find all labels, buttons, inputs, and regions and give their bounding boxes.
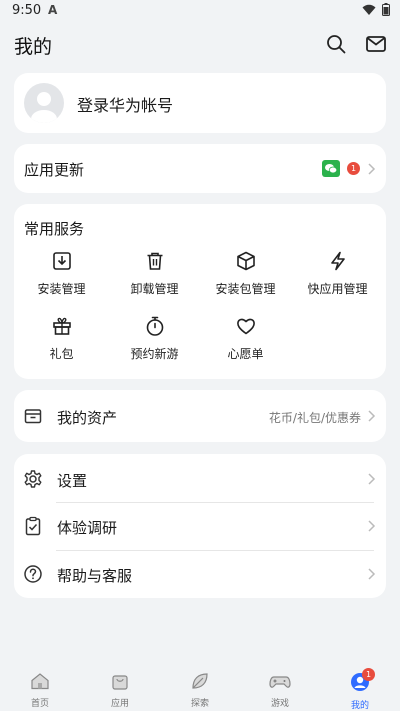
app-update-card[interactable]: 应用更新 1 [14,144,386,193]
stopwatch-icon [146,316,163,336]
chevron-right-icon [368,410,376,422]
login-label: 登录华为帐号 [77,96,174,115]
nav-label: 探索 [190,699,209,709]
service-uninstall-manage[interactable]: 卸载管理 [108,250,201,297]
nav-item-home[interactable]: 首页 [10,672,70,709]
service-label: 安装包管理 [215,282,276,296]
menu-label: 体验调研 [57,519,118,537]
my-assets-label: 我的资产 [57,409,118,427]
my-assets-card[interactable]: 我的资产 花币/礼包/优惠券 [14,390,386,442]
page-header: 我的 [0,28,400,62]
nav-item-explore[interactable]: 探索 [170,672,230,709]
nav-label: 我的 [350,701,369,711]
service-preorder-games[interactable]: 预约新游 [108,315,201,362]
nav-label: 应用 [110,699,129,709]
flash-icon [330,251,345,271]
menu-item-settings[interactable]: 设置 [14,454,386,502]
notification-a-icon: A [48,3,58,17]
wechat-icon [322,160,340,177]
help-icon [24,565,42,583]
menu-item-help[interactable]: 帮助与客服 [14,551,386,598]
page-title: 我的 [14,36,53,58]
nav-item-apps[interactable]: 应用 [90,672,150,709]
leaf-icon [192,673,208,689]
service-label: 心愿单 [227,347,264,361]
wallet-icon [24,409,42,424]
nav-label: 游戏 [270,699,289,709]
service-package-manage[interactable]: 安装包管理 [199,250,292,297]
login-card[interactable]: 登录华为帐号 [14,73,386,133]
my-assets-detail: 花币/礼包/优惠券 [268,411,361,425]
nav-badge: 1 [362,668,375,681]
avatar [24,83,64,123]
gift-icon [52,317,71,335]
user-silhouette-icon [31,92,57,123]
service-quick-app-manage[interactable]: 快应用管理 [291,250,384,297]
bottom-nav: 首页 应用 探索 游戏 1 我的 [0,664,400,711]
heart-icon [236,318,255,335]
package-icon [236,251,255,271]
mail-icon[interactable] [364,32,388,56]
gamepad-icon [269,676,291,688]
app-update-label: 应用更新 [24,161,85,179]
status-bar: 9:50 A [0,0,400,22]
trash-icon [147,252,162,270]
download-box-icon [52,252,71,270]
menu-item-survey[interactable]: 体验调研 [14,503,386,550]
status-time: 9:50 [12,3,42,18]
chevron-right-icon [368,163,376,175]
nav-item-me[interactable]: 1 我的 [330,668,390,711]
service-gift[interactable]: 礼包 [15,315,108,362]
service-label: 快应用管理 [307,282,368,296]
menu-label: 帮助与客服 [57,567,133,585]
bag-icon [112,675,128,690]
service-wishlist[interactable]: 心愿单 [199,315,292,362]
home-icon [31,673,49,690]
services-title: 常用服务 [24,220,85,238]
update-count-badge: 1 [347,162,360,175]
service-label: 安装管理 [37,282,86,296]
wifi-icon [362,4,376,15]
chevron-right-icon [368,568,376,580]
nav-item-games[interactable]: 游戏 [250,672,310,709]
search-icon[interactable] [324,32,348,56]
battery-icon [382,3,390,16]
status-icons [362,3,390,16]
menu-label: 设置 [57,472,88,490]
chevron-right-icon [368,473,376,485]
settings-menu-card: 设置 体验调研 帮助与客服 [14,454,386,598]
chevron-right-icon [368,520,376,532]
service-label: 预约新游 [130,347,179,361]
gear-icon [24,470,42,488]
service-label: 卸载管理 [130,282,179,296]
service-label: 礼包 [49,347,74,361]
service-install-manage[interactable]: 安装管理 [15,250,108,297]
clipboard-icon [25,516,41,536]
nav-label: 首页 [30,699,49,709]
services-card: 常用服务 安装管理 卸载管理 安装包管理 快应用管理 礼包 预约新游 心愿单 [14,204,386,379]
